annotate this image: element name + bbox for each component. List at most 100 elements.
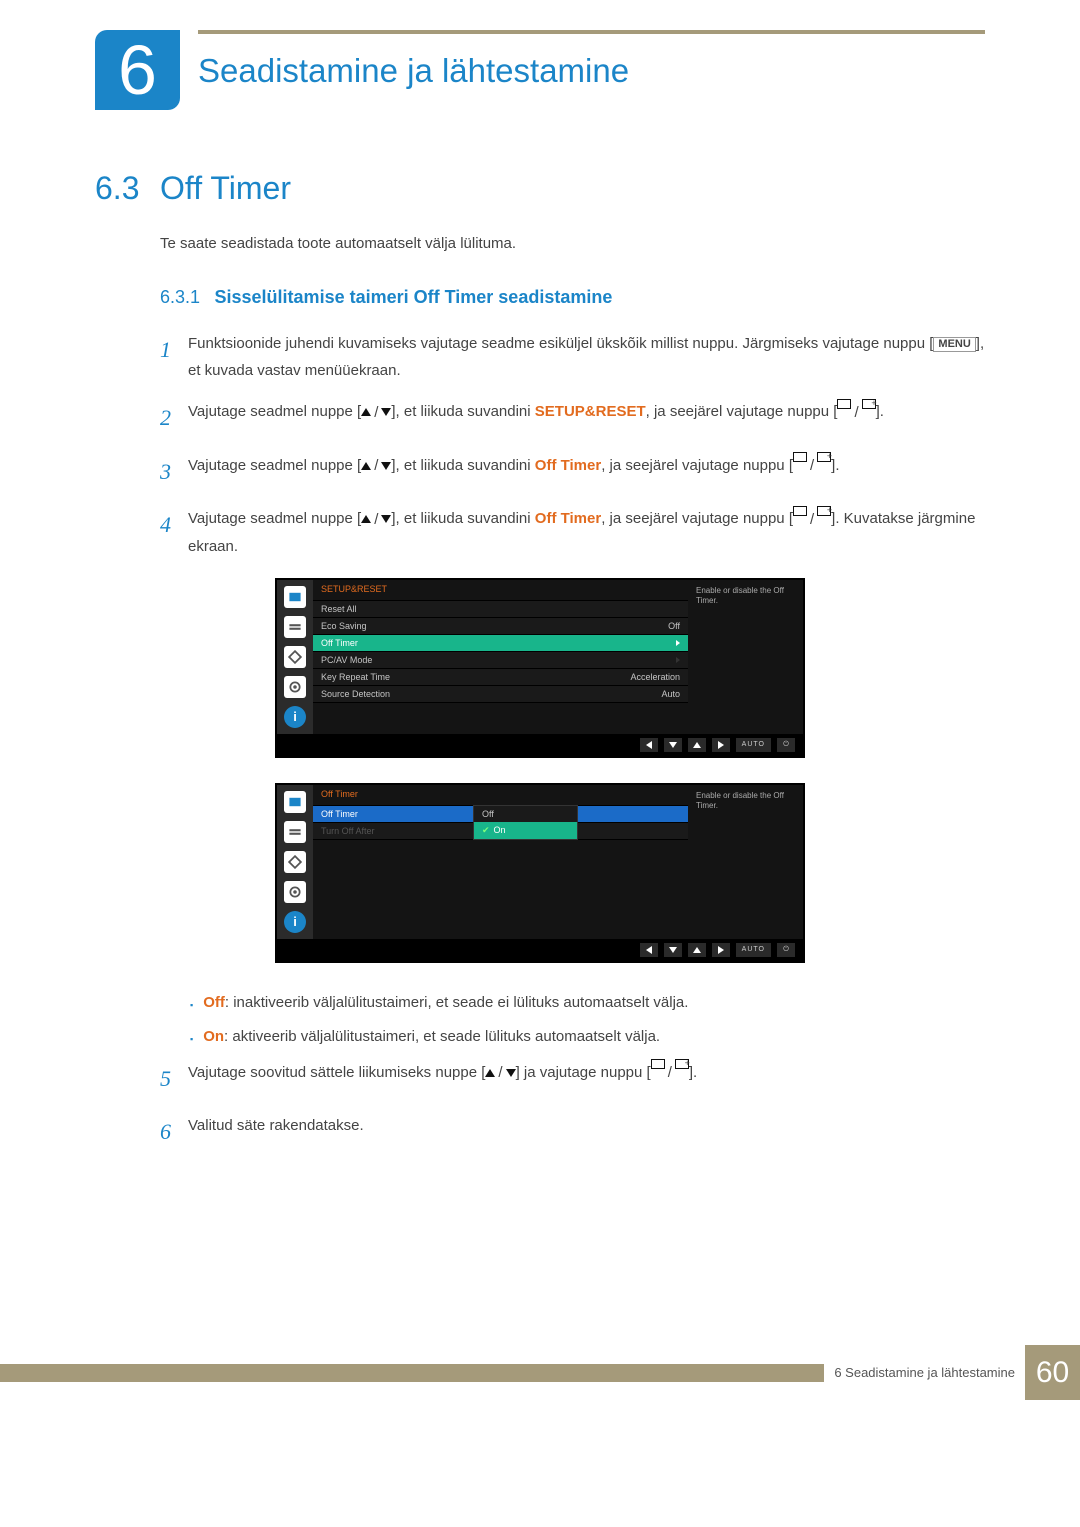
step-number: 1 — [160, 330, 188, 384]
step: 2Vajutage seadmel nuppe [/], et liikuda … — [160, 398, 985, 438]
osd-item-label: Off Timer — [321, 638, 358, 648]
osd-item-label: Source Detection — [321, 689, 390, 699]
osd-side-icon-brightness — [284, 791, 306, 813]
step-list: 1Funktsioonide juhendi kuvamiseks vajuta… — [160, 330, 985, 560]
step-text: Vajutage seadmel nuppe [/], et liikuda s… — [188, 505, 985, 560]
osd-side-icon-picture — [284, 616, 306, 638]
osd-menu-item: Key Repeat TimeAcceleration — [313, 669, 688, 686]
step-text: Vajutage seadmel nuppe [/], et liikuda s… — [188, 398, 985, 438]
enter-source-icon: / — [793, 506, 831, 533]
osd-menu-item: Off Timer — [313, 635, 688, 652]
osd-dropdown-item: Off — [474, 806, 577, 822]
step-6: 6 Valitud säte rakendatakse. — [160, 1112, 985, 1152]
nav-left-icon — [640, 943, 658, 957]
osd-menu-title: Off Timer — [313, 785, 688, 806]
nav-right-icon — [712, 943, 730, 957]
osd-side-icon-resize — [284, 851, 306, 873]
osd-nav-bar: AUTO ⏻ — [277, 939, 803, 961]
bullet-item: Off: inaktiveerib väljalülitustaimeri, e… — [190, 991, 985, 1015]
nav-power-icon: ⏻ — [777, 943, 795, 957]
up-down-icon: / — [485, 1059, 515, 1086]
up-down-icon: / — [361, 399, 391, 426]
osd-setup-reset: i SETUP&RESET Reset All Eco Saving Off Off … — [275, 578, 805, 758]
footer-text: 6 Seadistamine ja lähtestamine — [834, 1365, 1015, 1380]
osd-menu-item: Source Detection Auto — [313, 686, 688, 703]
menu-button-icon: MENU — [933, 337, 975, 352]
nav-right-icon — [712, 738, 730, 752]
step-text: Vajutage soovitud sättele liikumiseks nu… — [188, 1059, 985, 1099]
osd-side-icon-info: i — [284, 706, 306, 728]
page-number: 60 — [1025, 1345, 1080, 1400]
up-down-icon: / — [361, 506, 391, 533]
enter-source-icon: / — [793, 452, 831, 479]
osd-side-icon-settings — [284, 881, 306, 903]
chapter-title: Seadistamine ja lähtestamine — [198, 52, 985, 90]
step-number: 3 — [160, 452, 188, 492]
step-number: 4 — [160, 505, 188, 560]
step-list-2: 5 Vajutage soovitud sättele liikumiseks … — [160, 1059, 985, 1152]
step-number: 6 — [160, 1112, 188, 1152]
chapter-header: 6 Seadistamine ja lähtestamine — [95, 30, 985, 110]
nav-left-icon — [640, 738, 658, 752]
nav-power-icon: ⏻ — [777, 738, 795, 752]
osd-menu-title: SETUP&RESET — [313, 580, 688, 601]
osd-menu-item: Eco Saving Off — [313, 618, 688, 635]
step: 4Vajutage seadmel nuppe [/], et liikuda … — [160, 505, 985, 560]
osd-menu: SETUP&RESET Reset All Eco Saving Off Off Ti… — [313, 580, 688, 734]
osd-nav-bar: AUTO ⏻ — [277, 734, 803, 756]
osd-side-icon-settings — [284, 676, 306, 698]
section-heading: 6.3 Off Timer — [95, 170, 985, 207]
osd-item-label: PC/AV Mode — [321, 655, 372, 665]
section-intro: Te saate seadistada toote automaatselt v… — [160, 235, 985, 252]
step: 1Funktsioonide juhendi kuvamiseks vajuta… — [160, 330, 985, 384]
osd-off-timer: i Off Timer Off TimerTurn Off After Off✔… — [275, 783, 805, 963]
osd-side-icon-resize — [284, 646, 306, 668]
nav-up-icon — [688, 738, 706, 752]
enter-source-icon: / — [651, 1059, 689, 1086]
subsection-number: 6.3.1 — [160, 287, 200, 307]
arrow-right-icon — [676, 640, 680, 646]
subsection-heading: 6.3.1 Sisselülitamise taimeri Off Timer … — [160, 287, 985, 308]
bullet-item: On: aktiveerib väljalülitustaimeri, et s… — [190, 1025, 985, 1049]
osd-side-icon-info: i — [284, 911, 306, 933]
osd-menu-item: Reset All — [313, 601, 688, 618]
osd-side-icon-brightness — [284, 586, 306, 608]
osd-sidebar: i — [277, 785, 313, 939]
nav-up-icon — [688, 943, 706, 957]
osd-item-label: Eco Saving — [321, 621, 367, 631]
check-icon: ✔ — [482, 825, 490, 835]
osd-dropdown-item: ✔On — [474, 822, 577, 839]
osd-item-value: Off — [668, 621, 680, 631]
osd-item-label: Off Timer — [321, 809, 358, 819]
osd-item-value: Auto — [661, 689, 680, 699]
section-title: Off Timer — [160, 170, 291, 207]
enter-source-icon: / — [837, 399, 875, 426]
nav-auto-button: AUTO — [736, 738, 771, 752]
osd-help-text: Enable or disable the Off Timer. — [688, 785, 803, 939]
osd-sidebar: i — [277, 580, 313, 734]
step-text: Vajutage seadmel nuppe [/], et liikuda s… — [188, 452, 985, 492]
highlighted-term: SETUP&RESET — [535, 403, 646, 420]
chapter-number-box: 6 — [95, 30, 180, 110]
up-down-icon: / — [361, 452, 391, 479]
nav-auto-button: AUTO — [736, 943, 771, 957]
page-footer: 6 Seadistamine ja lähtestamine 60 — [0, 1345, 1080, 1400]
step-text: Valitud säte rakendatakse. — [188, 1112, 985, 1152]
chapter-title-wrap: Seadistamine ja lähtestamine — [198, 30, 985, 90]
osd-menu: Off Timer Off TimerTurn Off After Off✔On — [313, 785, 688, 939]
step: 3Vajutage seadmel nuppe [/], et liikuda … — [160, 452, 985, 492]
bullet-term: Off — [203, 994, 225, 1011]
highlighted-term: Off Timer — [535, 457, 601, 474]
subsection-title: Sisselülitamise taimeri Off Timer seadis… — [205, 287, 613, 307]
osd-help-text: Enable or disable the Off Timer. — [688, 580, 803, 734]
step-text: Funktsioonide juhendi kuvamiseks vajutag… — [188, 330, 985, 384]
step-number: 2 — [160, 398, 188, 438]
osd-item-label: Reset All — [321, 604, 357, 614]
osd-menu-item: PC/AV Mode — [313, 652, 688, 669]
option-descriptions: Off: inaktiveerib väljalülitustaimeri, e… — [190, 991, 985, 1049]
osd-item-value: Acceleration — [630, 672, 680, 682]
section-number: 6.3 — [95, 170, 160, 207]
nav-down-icon — [664, 738, 682, 752]
osd-screenshots: i SETUP&RESET Reset AllEco SavingOffOff … — [95, 578, 985, 963]
step-number: 5 — [160, 1059, 188, 1099]
